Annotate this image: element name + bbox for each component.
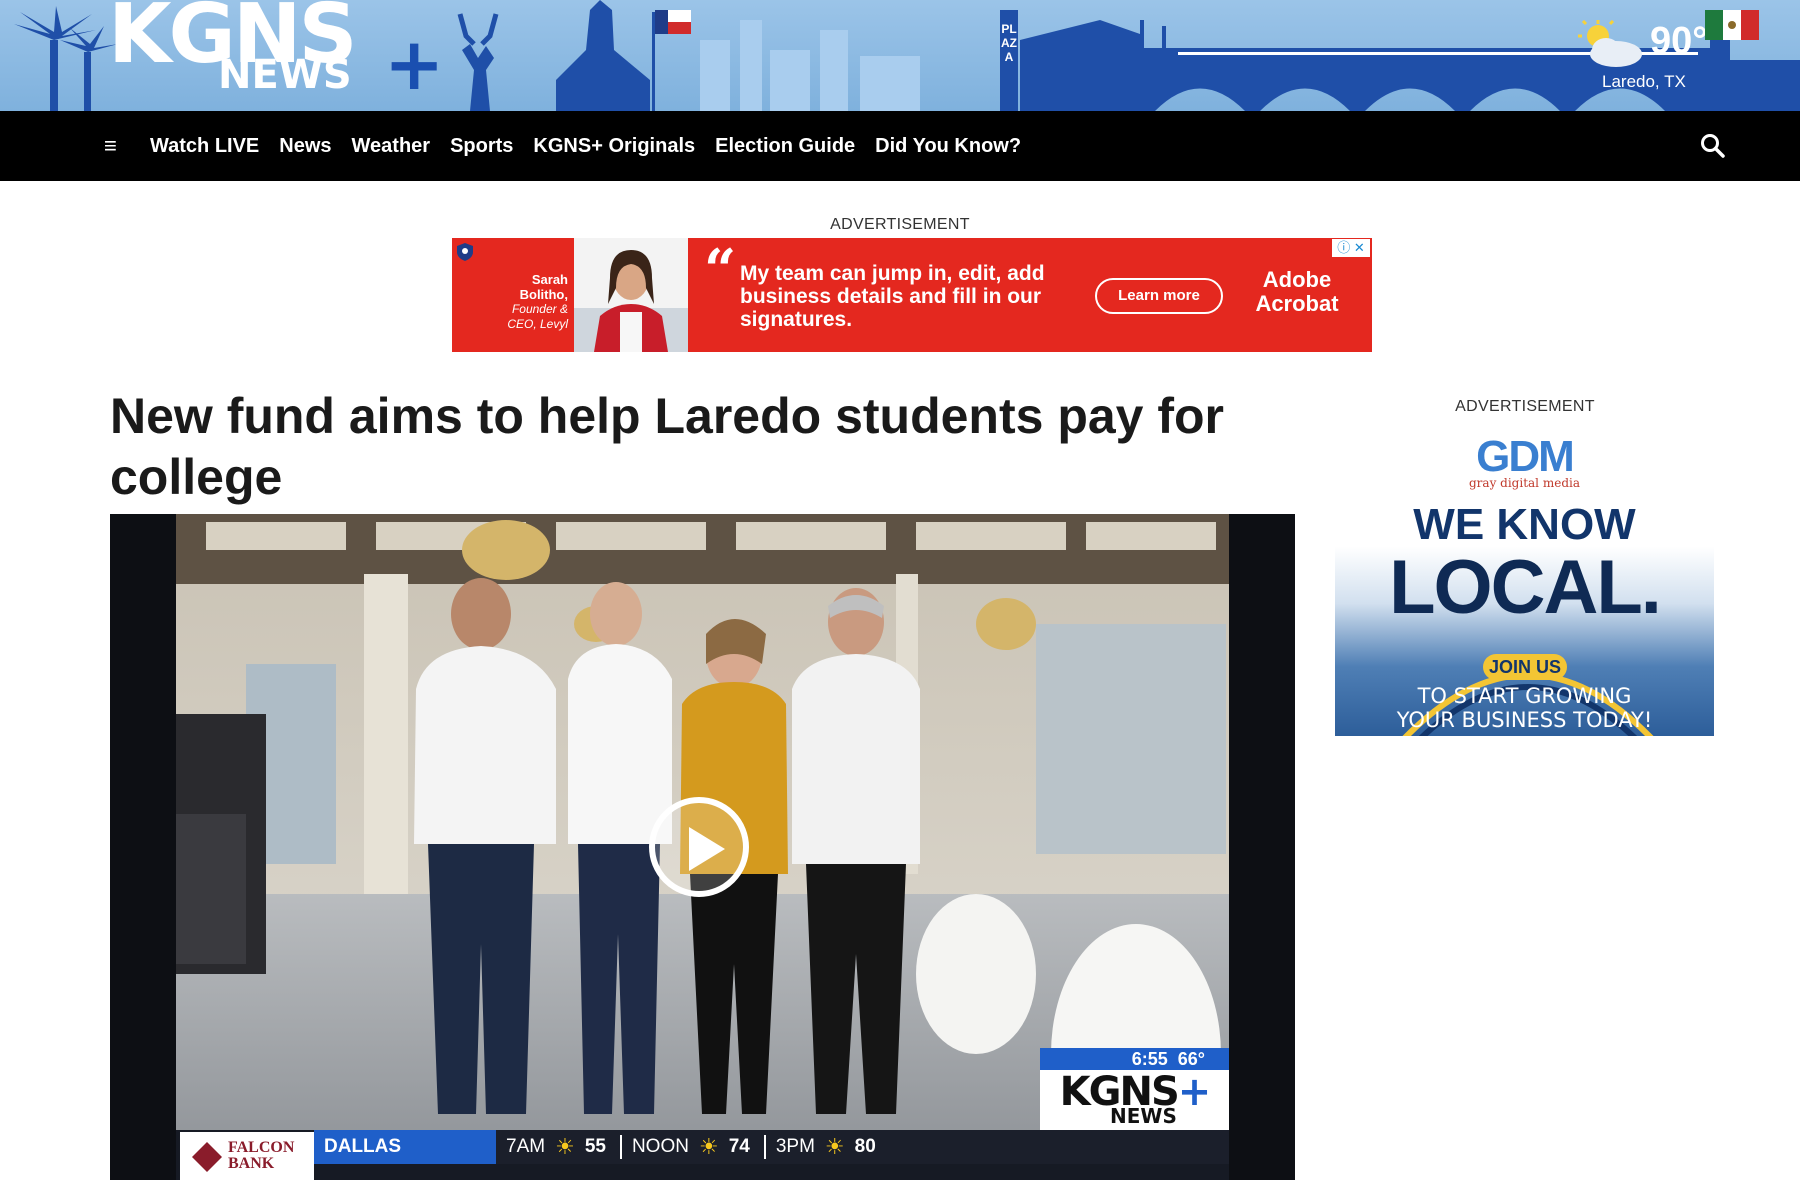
play-button[interactable]	[649, 797, 749, 897]
falcon-bank-icon	[192, 1142, 222, 1172]
nav-item-kgns-originals[interactable]: KGNS+ Originals	[533, 135, 695, 158]
logo-plus: +	[384, 22, 444, 106]
side-ad-line3: TO START GROWING	[1417, 684, 1632, 708]
header-banner: KGNS NEWS + 90° Laredo, TX	[0, 0, 1800, 111]
forecast-slot: 7AM ☀ 55	[496, 1134, 622, 1159]
side-ad-line2: LOCAL.	[1389, 545, 1662, 630]
kgns-logo[interactable]: KGNS NEWS +	[108, 0, 444, 106]
ticker-forecast: 7AM ☀ 55 NOON ☀ 74 3PM ☀ 80	[496, 1130, 1229, 1164]
nav-item-election-guide[interactable]: Election Guide	[715, 135, 855, 158]
forecast-time: 3PM	[775, 1136, 815, 1157]
side-ad-line1: WE KNOW	[1413, 500, 1636, 549]
ad-brand: Adobe Acrobat	[1255, 267, 1339, 316]
sponsor-name: FALCON BANK	[228, 1139, 295, 1172]
forecast-time: 7AM	[506, 1136, 546, 1157]
sponsor-logo: FALCON BANK	[180, 1132, 314, 1180]
forecast-temp: 74	[728, 1136, 750, 1157]
weather-location: Laredo, TX	[1602, 72, 1686, 91]
weather-ticker: FALCON BANK DALLAS 7AM ☀ 55 NOON ☀ 74 3PM ☀ 80	[176, 1130, 1229, 1180]
bug-time-temp: 6:55 66°	[1040, 1048, 1229, 1070]
ad-person-photo	[574, 238, 688, 352]
ad-choices-icon[interactable]: ⓘ ✕	[1332, 239, 1370, 257]
bug-time: 6:55	[1131, 1049, 1168, 1069]
nav-item-watch-live[interactable]: Watch LIVE	[150, 135, 259, 158]
sun-icon: ☀	[824, 1134, 845, 1159]
gdm-logo: GDM	[1476, 432, 1575, 481]
join-us-button[interactable]: JOIN US	[1483, 654, 1567, 680]
hamburger-menu-icon[interactable]: ≡	[104, 135, 117, 157]
ad-quote: My team can jump in, edit, add business …	[740, 262, 1045, 331]
main-nav: ≡ Watch LIVE News Weather Sports KGNS+ O…	[0, 111, 1800, 181]
learn-more-button[interactable]: Learn more	[1095, 278, 1223, 314]
nav-item-did-you-know[interactable]: Did You Know?	[875, 135, 1021, 158]
sun-icon: ☀	[698, 1134, 719, 1159]
forecast-temp: 55	[584, 1136, 606, 1157]
nav-list: Watch LIVE News Weather Sports KGNS+ Ori…	[150, 111, 1021, 181]
partly-cloudy-icon	[1578, 20, 1642, 67]
forecast-temp: 80	[854, 1136, 876, 1157]
weather-widget[interactable]: 90° Laredo, TX	[1570, 14, 1720, 94]
side-ad-tagline: TO START GROWING YOUR BUSINESS TODAY!	[1335, 684, 1714, 732]
ad-person-name: Sarah Bolitho, Founder & CEO, Levyl	[480, 272, 568, 332]
weather-temp: 90°	[1650, 20, 1708, 62]
ad-person-name-text: Sarah Bolitho,	[519, 272, 568, 302]
search-icon[interactable]	[1700, 133, 1726, 159]
side-ad-line4: YOUR BUSINESS TODAY!	[1396, 708, 1653, 732]
ad-label: ADVERTISEMENT	[830, 216, 970, 233]
ticker-city: DALLAS	[314, 1130, 496, 1164]
side-banner-ad[interactable]: GDM gray digital media WE KNOW LOCAL. JO…	[1335, 420, 1714, 736]
forecast-slot: NOON ☀ 74	[622, 1134, 766, 1159]
bug-logo: KGNS+ NEWS	[1040, 1070, 1229, 1130]
forecast-time: NOON	[631, 1136, 689, 1157]
bug-logo-plus: +	[1177, 1069, 1211, 1115]
nav-item-weather[interactable]: Weather	[352, 135, 431, 158]
logo-sub: NEWS	[218, 52, 352, 98]
top-banner-ad[interactable]: Sarah Bolitho, Founder & CEO, Levyl “ My…	[452, 238, 1372, 352]
side-ad-label: ADVERTISEMENT	[1455, 398, 1595, 415]
quote-mark: “	[704, 238, 737, 303]
gdm-logo-sub: gray digital media	[1469, 476, 1580, 490]
bug-temp: 66°	[1177, 1049, 1205, 1069]
mexico-flag-icon	[1705, 10, 1759, 40]
ad-person-role: Founder & CEO, Levyl	[507, 302, 568, 331]
sun-icon: ☀	[555, 1134, 575, 1159]
bug-logo-sub: NEWS	[1110, 1104, 1177, 1128]
video-player[interactable]: 6:55 66° KGNS+ NEWS FALCON BANK DALLAS 7…	[110, 514, 1295, 1180]
article-headline: New fund aims to help Laredo students pa…	[110, 388, 1225, 505]
nav-item-sports[interactable]: Sports	[450, 135, 513, 158]
plaza-sign: PLAZA	[1001, 22, 1017, 64]
station-bug: 6:55 66° KGNS+ NEWS	[1040, 1048, 1229, 1130]
shield-icon	[457, 243, 473, 261]
nav-item-news[interactable]: News	[279, 135, 331, 158]
forecast-slot: 3PM ☀ 80	[766, 1134, 890, 1159]
